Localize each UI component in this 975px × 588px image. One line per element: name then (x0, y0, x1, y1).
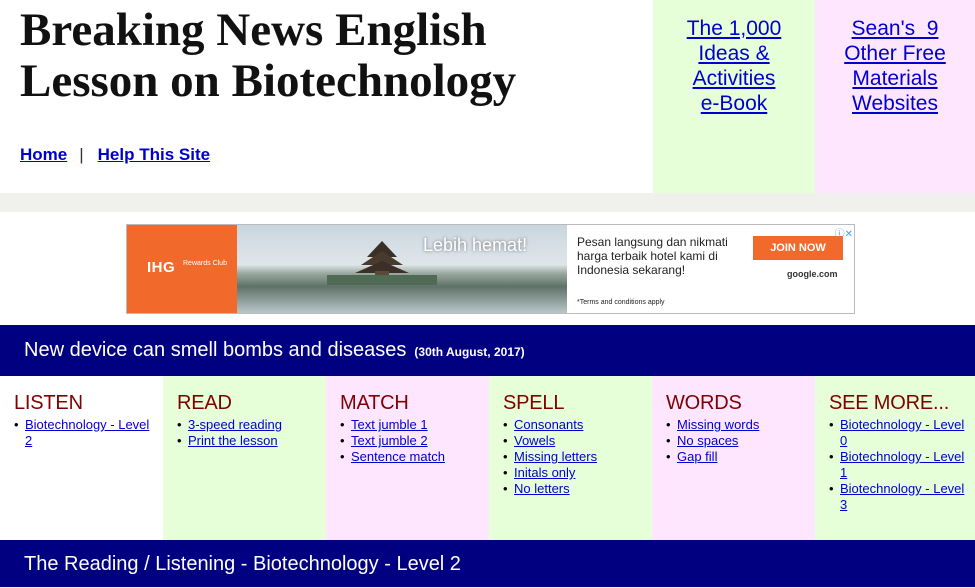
ad-domain: google.com (787, 269, 838, 279)
ebook-promo: The 1,000 Ideas & Activities e-Book (653, 0, 815, 193)
ad-strip: IHG Rewards Club Lebih hemat! Pesan lang… (0, 212, 975, 325)
pagoda-image (327, 241, 437, 285)
list-item: No letters (503, 481, 644, 497)
site-title: Breaking News English Lesson on Biotechn… (20, 5, 516, 107)
other-sites-promo: Sean's 9 Other Free Materials Websites (815, 0, 975, 193)
help-this-site-link[interactable]: Help This Site (98, 145, 210, 164)
list-item: Biotechnology - Level 1 (829, 449, 967, 481)
site-header: Breaking News English Lesson on Biotechn… (0, 0, 975, 193)
level-0-link[interactable]: Biotechnology - Level 0 (840, 417, 964, 448)
vowels-link[interactable]: Vowels (514, 433, 555, 448)
other-sites-link[interactable]: Sean's 9 Other Free Materials Websites (844, 17, 946, 115)
other-sites-line4: Websites (852, 92, 938, 115)
list-item: Sentence match (340, 449, 481, 465)
sentence-match-link[interactable]: Sentence match (351, 449, 445, 464)
ebook-link-line3: Activities (692, 67, 776, 90)
reading-section-title: The Reading / Listening - Biotechnology … (24, 553, 461, 575)
list-item: Consonants (503, 417, 644, 433)
section-list: Text jumble 1 Text jumble 2 Sentence mat… (340, 417, 481, 465)
activity-sections: LISTEN Biotechnology - Level 2 READ 3-sp… (0, 376, 975, 540)
section-list: Biotechnology - Level 0 Biotechnology - … (829, 417, 967, 513)
top-nav: Home | Help This Site (20, 145, 210, 165)
nav-separator: | (79, 145, 84, 164)
3-speed-reading-link[interactable]: 3-speed reading (188, 417, 282, 432)
missing-letters-link[interactable]: Missing letters (514, 449, 597, 464)
level-3-link[interactable]: Biotechnology - Level 3 (840, 481, 964, 512)
site-title-line1: Breaking News English (20, 4, 487, 56)
no-letters-link[interactable]: No letters (514, 481, 570, 496)
other-sites-line1: Sean's 9 (851, 17, 939, 40)
text-jumble-1-link[interactable]: Text jumble 1 (351, 417, 428, 432)
other-sites-line2: Other Free (844, 42, 946, 65)
news-date: (30th August, 2017) (414, 345, 525, 359)
list-item: Print the lesson (177, 433, 318, 449)
other-sites-line3: Materials (852, 67, 938, 90)
ad-photo: Lebih hemat! (237, 225, 567, 313)
section-match: MATCH Text jumble 1 Text jumble 2 Senten… (326, 376, 489, 540)
news-headline: New device can smell bombs and diseases (24, 339, 407, 361)
section-see-more: SEE MORE... Biotechnology - Level 0 Biot… (815, 376, 975, 540)
section-read: READ 3-speed reading Print the lesson (163, 376, 326, 540)
ebook-link-line1: The 1,000 (686, 17, 782, 40)
ad-headline: Lebih hemat! (423, 235, 528, 255)
list-item: Gap fill (666, 449, 807, 465)
list-item: Vowels (503, 433, 644, 449)
ihg-logo-sub: Rewards Club (183, 260, 227, 267)
list-item: Text jumble 2 (340, 433, 481, 449)
news-headline-bar: New device can smell bombs and diseases (… (0, 325, 975, 376)
info-icon[interactable]: ⓘ✕ (829, 225, 854, 240)
ad-banner[interactable]: IHG Rewards Club Lebih hemat! Pesan lang… (126, 224, 855, 314)
site-title-line2: Lesson on Biotechnology (20, 55, 517, 107)
section-title: LISTEN (14, 392, 83, 414)
list-item: Biotechnology - Level 0 (829, 417, 967, 449)
ebook-link[interactable]: The 1,000 Ideas & Activities e-Book (687, 17, 782, 115)
listen-level2-link[interactable]: Biotechnology - Level 2 (25, 417, 149, 448)
section-title: READ (177, 392, 232, 414)
title-box: Breaking News English Lesson on Biotechn… (0, 0, 653, 193)
missing-words-link[interactable]: Missing words (677, 417, 759, 432)
list-item: Initals only (503, 465, 644, 481)
section-list: Missing words No spaces Gap fill (666, 417, 807, 465)
reading-section-bar: The Reading / Listening - Biotechnology … (0, 540, 975, 587)
list-item: Missing words (666, 417, 807, 433)
section-list: Consonants Vowels Missing letters Inital… (503, 417, 644, 497)
initials-only-link[interactable]: Initals only (514, 465, 575, 480)
section-list: 3-speed reading Print the lesson (177, 417, 318, 449)
section-spell: SPELL Consonants Vowels Missing letters … (489, 376, 652, 540)
list-item: No spaces (666, 433, 807, 449)
list-item: Biotechnology - Level 2 (14, 417, 155, 449)
consonants-link[interactable]: Consonants (514, 417, 583, 432)
join-now-button[interactable]: JOIN NOW (753, 236, 843, 260)
section-listen: LISTEN Biotechnology - Level 2 (0, 376, 163, 540)
ihg-logo-text: IHG (147, 259, 176, 276)
list-item: Missing letters (503, 449, 644, 465)
section-title: SPELL (503, 392, 565, 414)
text-jumble-2-link[interactable]: Text jumble 2 (351, 433, 428, 448)
ebook-link-line4: e-Book (700, 92, 768, 115)
section-words: WORDS Missing words No spaces Gap fill (652, 376, 815, 540)
list-item: Text jumble 1 (340, 417, 481, 433)
print-lesson-link[interactable]: Print the lesson (188, 433, 278, 448)
list-item: Biotechnology - Level 3 (829, 481, 967, 513)
ad-body: Pesan langsung dan nikmati harga terbaik… (577, 235, 728, 277)
section-title: SEE MORE... (829, 392, 950, 414)
ihg-logo: IHG Rewards Club (127, 225, 237, 313)
ebook-link-line2: Ideas & (698, 42, 770, 65)
level-1-link[interactable]: Biotechnology - Level 1 (840, 449, 964, 480)
no-spaces-link[interactable]: No spaces (677, 433, 738, 448)
ad-terms: *Terms and conditions apply (577, 299, 665, 306)
gap-fill-link[interactable]: Gap fill (677, 449, 717, 464)
home-link[interactable]: Home (20, 145, 67, 164)
section-list: Biotechnology - Level 2 (14, 417, 155, 449)
list-item: 3-speed reading (177, 417, 318, 433)
section-title: WORDS (666, 392, 742, 414)
section-title: MATCH (340, 392, 409, 414)
